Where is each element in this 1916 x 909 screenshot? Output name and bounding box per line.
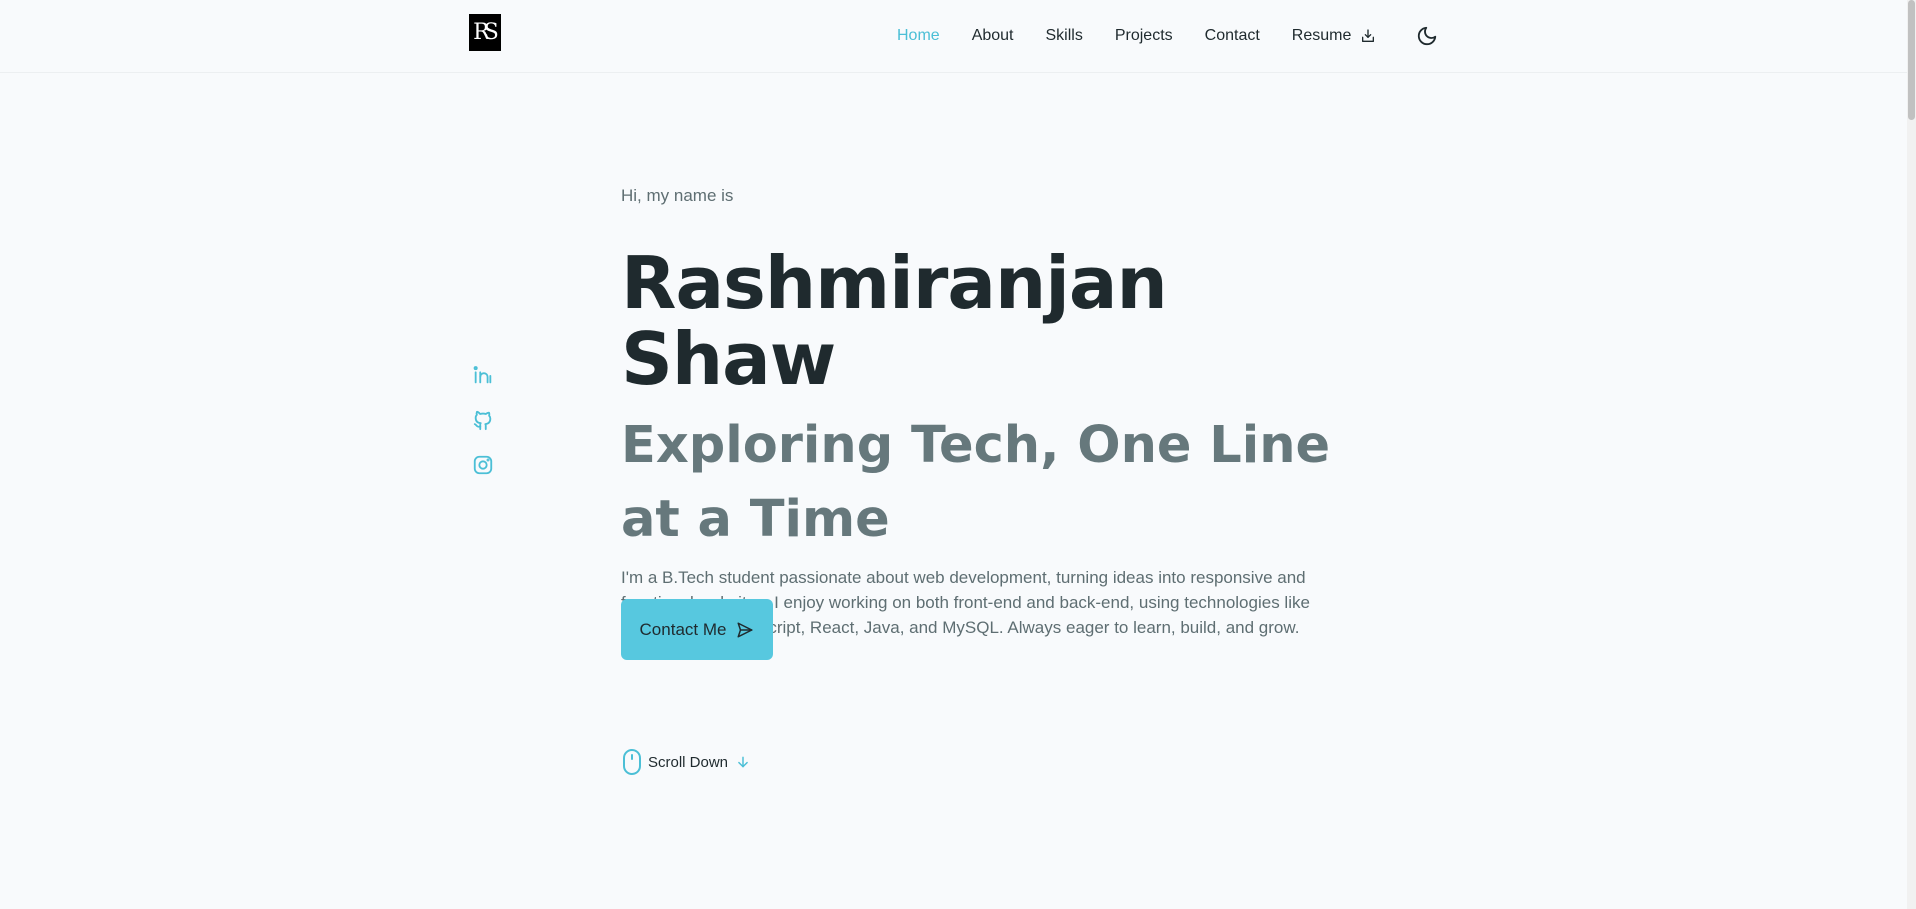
scroll-down-link[interactable]: Scroll Down — [622, 748, 750, 776]
site-header: RS Home About Skills Projects Contact Re… — [0, 0, 1907, 73]
hero-name: Rashmiranjan Shaw — [621, 241, 1168, 401]
moon-icon[interactable] — [1416, 25, 1438, 47]
send-icon — [737, 622, 753, 637]
scrollbar-thumb[interactable] — [1908, 0, 1915, 120]
hero-greeting: Hi, my name is — [621, 186, 734, 205]
arrow-down-icon — [738, 756, 748, 768]
scroll-down-label: Scroll Down — [648, 753, 729, 771]
logo-text: RS — [473, 20, 499, 45]
linkedin-icon[interactable] — [472, 364, 494, 386]
github-icon[interactable] — [472, 409, 494, 431]
download-icon — [1362, 29, 1375, 42]
instagram-icon[interactable] — [472, 454, 494, 476]
nav-about[interactable]: About — [972, 22, 1014, 50]
hero-section: Hi, my name is Rashmiranjan Shaw Explori… — [621, 184, 1341, 640]
nav-skills[interactable]: Skills — [1046, 22, 1083, 50]
page-scrollbar[interactable] — [1907, 0, 1916, 909]
contact-me-label: Contact Me — [639, 619, 727, 639]
nav-projects[interactable]: Projects — [1115, 22, 1173, 50]
social-links — [472, 364, 496, 499]
contact-me-button[interactable]: Contact Me — [621, 599, 773, 660]
nav-home[interactable]: Home — [897, 22, 940, 50]
site-logo[interactable]: RS — [469, 14, 501, 51]
nav-contact[interactable]: Contact — [1205, 22, 1260, 50]
main-nav: Home About Skills Projects Contact Resum… — [897, 22, 1408, 50]
nav-resume[interactable]: Resume — [1292, 22, 1377, 50]
mouse-icon — [623, 749, 641, 775]
hero-tagline: Exploring Tech, One Line at a Time — [621, 416, 1331, 549]
nav-resume-label: Resume — [1291, 27, 1352, 44]
